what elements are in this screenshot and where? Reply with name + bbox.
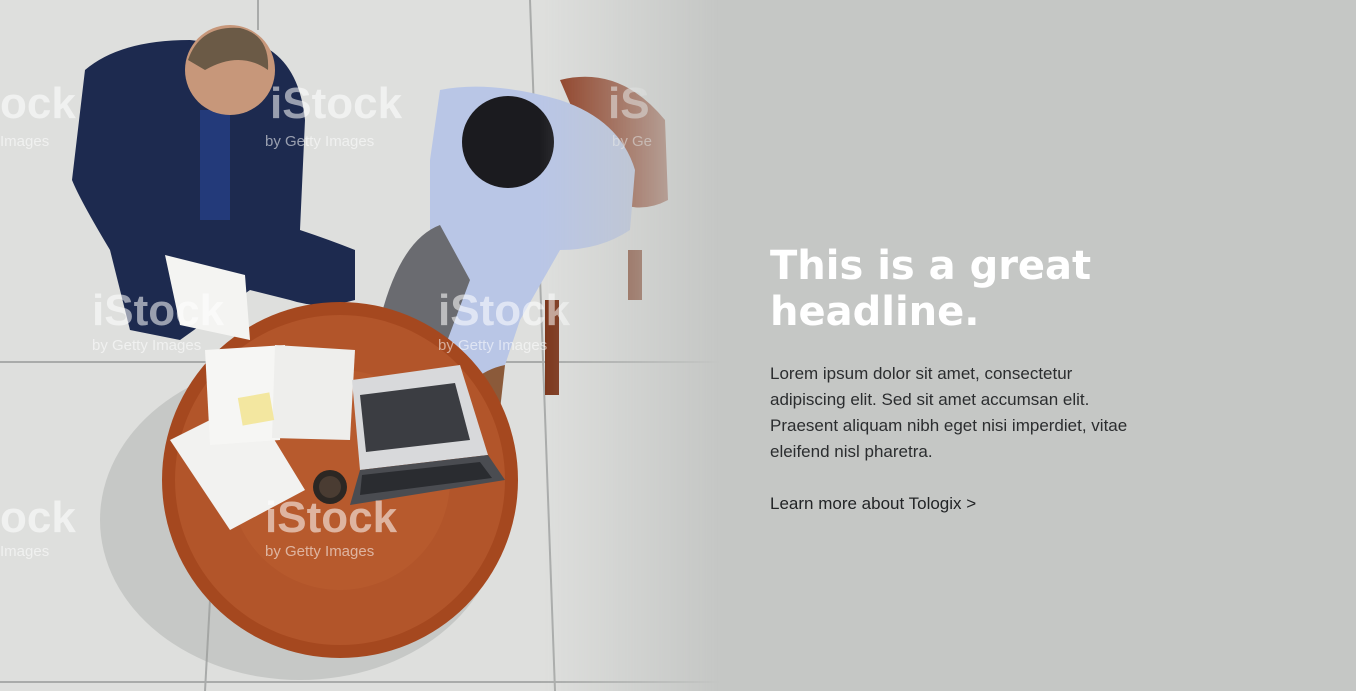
hero-body-text: Lorem ipsum dolor sit amet, consectetur … xyxy=(770,364,1128,461)
svg-text:ock: ock xyxy=(0,79,76,128)
hero-headline: This is a great headline. xyxy=(770,243,1092,335)
svg-text:iStock: iStock xyxy=(265,493,398,542)
hero-section: ock Images iStock by Getty Images iS by … xyxy=(0,0,1356,691)
svg-text:by Getty Images: by Getty Images xyxy=(265,543,374,560)
svg-text:by Ge: by Ge xyxy=(612,133,652,150)
svg-text:by Getty Images: by Getty Images xyxy=(438,337,547,354)
hero-copy: This is a great headline. Lorem ipsum do… xyxy=(770,243,1190,517)
svg-text:iStock: iStock xyxy=(270,79,403,128)
svg-text:iS: iS xyxy=(608,79,650,128)
learn-more-link[interactable]: Learn more about Tologix > xyxy=(770,491,976,517)
svg-text:Images: Images xyxy=(0,133,49,150)
svg-text:iStock: iStock xyxy=(438,286,571,335)
svg-text:iStock: iStock xyxy=(92,286,225,335)
svg-text:by Getty Images: by Getty Images xyxy=(265,133,374,150)
svg-text:Images: Images xyxy=(0,543,49,560)
hero-photo: ock Images iStock by Getty Images iS by … xyxy=(0,0,720,691)
svg-text:ock: ock xyxy=(0,493,76,542)
svg-text:by Getty Images: by Getty Images xyxy=(92,337,201,354)
